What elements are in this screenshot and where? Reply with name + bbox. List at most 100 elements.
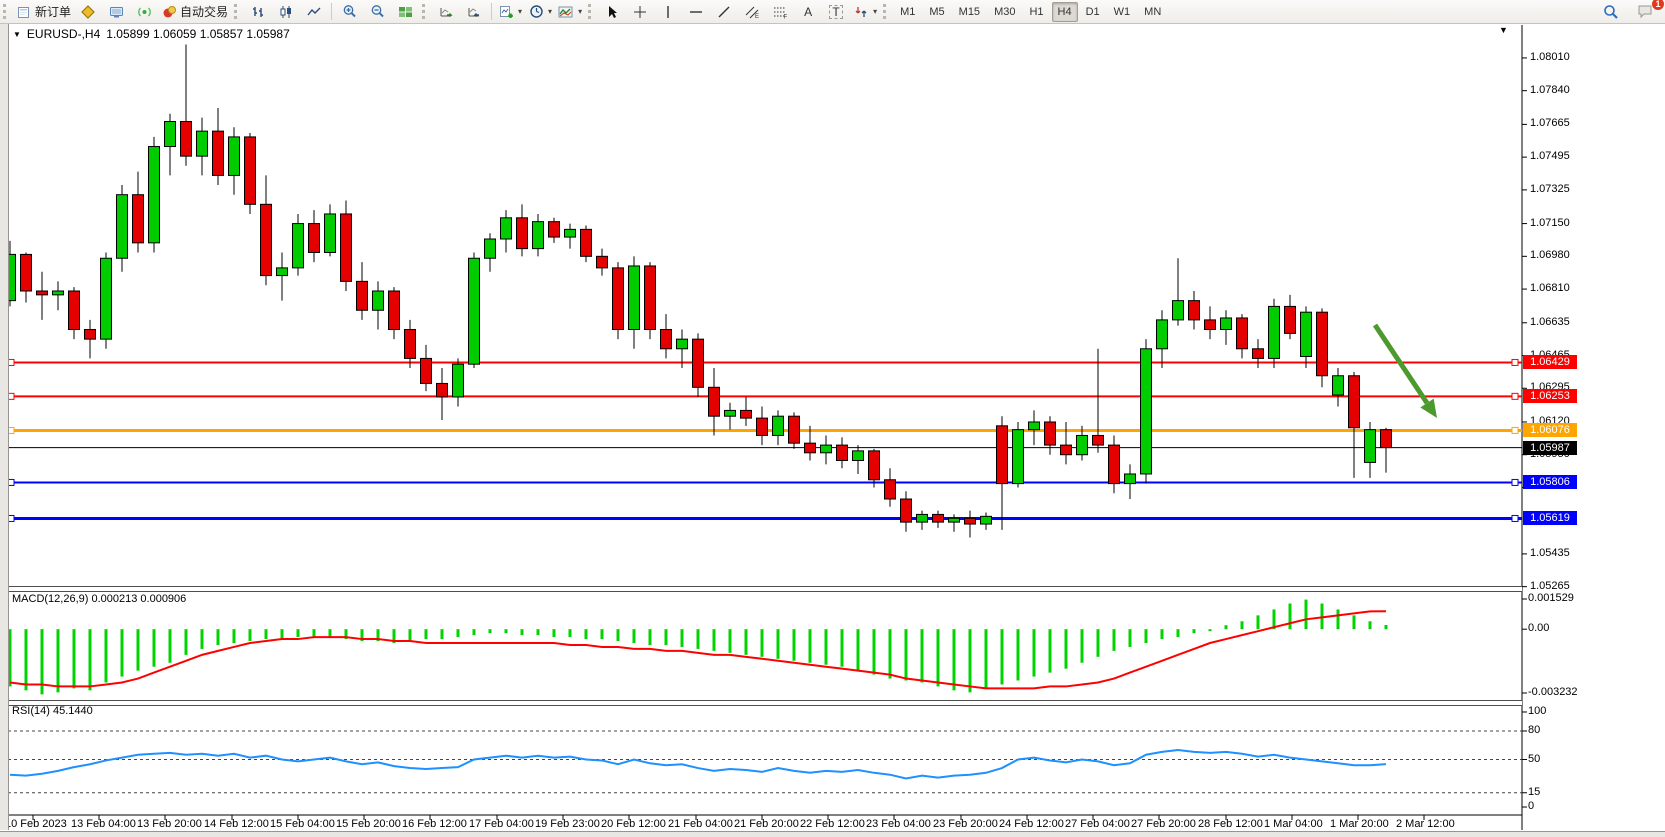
horizontal-line-tool-button[interactable] (682, 1, 710, 23)
history-center-button[interactable] (74, 1, 102, 23)
candle-bearish (965, 518, 976, 524)
down-arrow-annotation[interactable] (1375, 325, 1427, 403)
crosshair-tool-button[interactable] (626, 1, 654, 23)
candle-bullish (469, 258, 480, 364)
candle-bullish (277, 268, 288, 276)
bar-chart-mode-button[interactable] (244, 1, 272, 23)
ohlc-bars-icon (250, 4, 266, 20)
text-label-tool-button[interactable]: T (822, 1, 850, 23)
timeframe-button-M5[interactable]: M5 (923, 2, 950, 22)
chart-shift-marker-icon[interactable]: ▼ (1499, 25, 1508, 35)
candle-bearish (645, 266, 656, 330)
template-chart-icon (558, 4, 574, 20)
candle-bearish (37, 291, 48, 295)
candle-bearish (341, 214, 352, 281)
templates-button[interactable]: ▾ (555, 1, 585, 23)
remote-terminal-button[interactable] (102, 1, 130, 23)
line-handle[interactable] (1512, 359, 1518, 365)
vertical-line-icon (660, 4, 676, 20)
timeframe-button-M15[interactable]: M15 (953, 2, 986, 22)
search-button[interactable] (1597, 1, 1625, 23)
candle-bullish (677, 339, 688, 349)
fibonacci-tool-button[interactable]: F (766, 1, 794, 23)
timeframe-button-H4[interactable]: H4 (1052, 2, 1078, 22)
line-handle[interactable] (1512, 427, 1518, 433)
equidistant-channel-tool-button[interactable]: E (738, 1, 766, 23)
timeframe-button-H1[interactable]: H1 (1023, 2, 1049, 22)
signal-icon (136, 4, 152, 20)
line-handle[interactable] (1512, 515, 1518, 521)
text-tool-button[interactable]: A (794, 1, 822, 23)
time-tick-label: 16 Feb 12:00 (402, 818, 467, 830)
auto-trading-button[interactable]: 自动交易 (158, 1, 231, 23)
level-price-tag: 1.05987 (1523, 441, 1577, 455)
periods-button[interactable]: ▾ (525, 1, 555, 23)
ohlc-values: 1.05899 1.06059 1.05857 1.05987 (106, 27, 290, 41)
candle-bearish (1061, 445, 1072, 455)
candle-bearish (837, 445, 848, 460)
macd-tick-label: 0.00 (1528, 622, 1549, 634)
zoom-out-button[interactable] (363, 1, 391, 23)
signals-button[interactable] (130, 1, 158, 23)
candle-bearish (437, 383, 448, 396)
auto-scroll-icon (438, 4, 454, 20)
toolbar-separator (491, 3, 492, 20)
candle-bearish (357, 281, 368, 310)
line-chart-mode-button[interactable] (300, 1, 328, 23)
trendline-icon (716, 4, 732, 20)
tile-windows-button[interactable] (391, 1, 419, 23)
candle-bullish (629, 266, 640, 330)
chart-canvas[interactable] (0, 0, 1665, 837)
timeframe-button-D1[interactable]: D1 (1080, 2, 1106, 22)
line-handle[interactable] (1512, 393, 1518, 399)
candle-bullish (501, 218, 512, 239)
chart-shift-button[interactable] (460, 1, 488, 23)
candle-bullish (101, 258, 112, 339)
trendline-tool-button[interactable] (710, 1, 738, 23)
chevron-down-icon: ▾ (578, 7, 582, 16)
candle-bearish (805, 443, 816, 453)
arrows-tool-button[interactable]: ▾ (850, 1, 880, 23)
vertical-line-tool-button[interactable] (654, 1, 682, 23)
candle-bearish (1349, 376, 1360, 428)
candle-bullish (773, 416, 784, 435)
cursor-tool-button[interactable] (598, 1, 626, 23)
candle-bearish (21, 254, 32, 291)
one-click-trading-toggle-icon[interactable]: ▼ (13, 30, 21, 39)
candle-bearish (549, 222, 560, 237)
candle-bearish (517, 218, 528, 249)
rsi-tick-label: 15 (1528, 786, 1540, 798)
timeframe-button-W1[interactable]: W1 (1108, 2, 1137, 22)
panel-separator-rsi[interactable] (8, 700, 1522, 706)
auto-scroll-button[interactable] (432, 1, 460, 23)
time-tick-label: 15 Feb 04:00 (270, 818, 335, 830)
new-order-button[interactable]: 新订单 (13, 1, 74, 23)
level-price-tag: 1.06253 (1523, 389, 1577, 403)
line-handle[interactable] (1512, 479, 1518, 485)
candle-bearish (1253, 349, 1264, 359)
time-tick-label: 13 Feb 04:00 (71, 818, 136, 830)
toolbar-grip (422, 4, 428, 19)
candle-bullish (725, 410, 736, 416)
candle-bullish (325, 214, 336, 253)
candle-bearish (693, 339, 704, 387)
candle-bearish (69, 291, 80, 330)
candle-bullish (149, 147, 160, 243)
candle-bullish (565, 229, 576, 237)
zoom-in-button[interactable] (335, 1, 363, 23)
indicators-button[interactable]: ▾ (495, 1, 525, 23)
candle-bullish (117, 195, 128, 259)
notifications-button[interactable]: 1 (1631, 1, 1659, 23)
timeframe-button-M1[interactable]: M1 (894, 2, 921, 22)
candle-bearish (1109, 445, 1120, 484)
timeframe-button-M30[interactable]: M30 (988, 2, 1021, 22)
time-tick-label: 17 Feb 04:00 (469, 818, 534, 830)
candle-bearish (613, 268, 624, 330)
fibonacci-icon: F (772, 4, 788, 20)
rsi-indicator-label: RSI(14) 45.1440 (12, 705, 93, 717)
gold-diamond-icon (80, 4, 96, 20)
candle-bullish (917, 514, 928, 522)
candlestick-mode-button[interactable] (272, 1, 300, 23)
panel-separator-macd[interactable] (8, 586, 1522, 592)
timeframe-button-MN[interactable]: MN (1138, 2, 1167, 22)
